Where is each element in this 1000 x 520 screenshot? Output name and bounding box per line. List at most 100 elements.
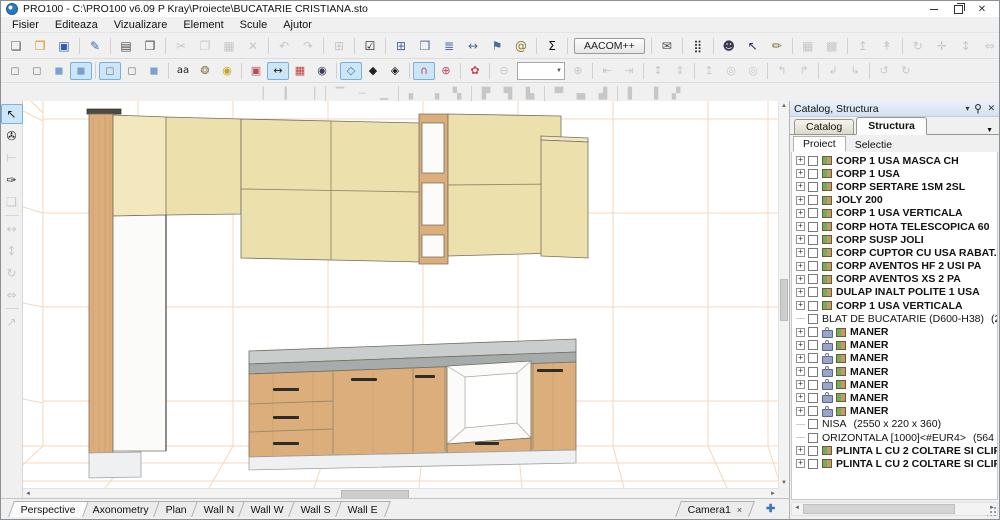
dither-icon[interactable]: ⣿ bbox=[686, 36, 710, 56]
autocenter-icon[interactable]: ⊕ bbox=[435, 62, 457, 80]
resize-grip[interactable] bbox=[987, 507, 996, 516]
open-icon[interactable]: ❐ bbox=[28, 36, 52, 56]
menu-fisier[interactable]: Fisier bbox=[4, 19, 47, 31]
tree-item[interactable]: +MANER bbox=[792, 339, 997, 352]
cursor-icon[interactable]: ↖ bbox=[741, 36, 765, 56]
aacom-button[interactable]: AACOM++ bbox=[574, 38, 645, 54]
item-checkbox[interactable] bbox=[808, 274, 818, 284]
item-checkbox[interactable] bbox=[808, 327, 818, 337]
expand-icon[interactable]: + bbox=[796, 209, 805, 218]
expand-icon[interactable]: + bbox=[796, 235, 805, 244]
open-shelf-unit[interactable] bbox=[419, 114, 448, 264]
project-properties-icon[interactable]: ✎ bbox=[83, 36, 107, 56]
picker-tool-icon[interactable]: ✑ bbox=[1, 170, 23, 190]
tree-item[interactable]: +CORP 1 USA VERTICALA bbox=[792, 207, 997, 220]
label-tag-icon[interactable]: ⚑ bbox=[485, 36, 509, 56]
item-checkbox[interactable] bbox=[808, 393, 818, 403]
tree-item[interactable]: +CORP 1 USA MASCA CH bbox=[792, 154, 997, 167]
item-checkbox[interactable] bbox=[808, 301, 818, 311]
item-checkbox[interactable] bbox=[808, 433, 818, 443]
panel-menu-button[interactable]: ▾ bbox=[965, 105, 969, 113]
collision-icon[interactable]: ✿ bbox=[464, 62, 486, 80]
item-checkbox[interactable] bbox=[808, 156, 818, 166]
expand-icon[interactable]: + bbox=[796, 156, 805, 165]
base-cabinet-run[interactable] bbox=[249, 339, 576, 470]
view-shaded-icon[interactable]: ◼ bbox=[48, 62, 70, 80]
tree-item[interactable]: +MANER bbox=[792, 391, 997, 404]
vscroll-thumb[interactable] bbox=[780, 279, 788, 321]
expand-icon[interactable]: + bbox=[796, 182, 805, 191]
subtab-selectie[interactable]: Selectie bbox=[846, 138, 901, 152]
view-textured-icon[interactable]: ◼ bbox=[70, 62, 92, 80]
preview-page-icon[interactable]: ❒ bbox=[413, 36, 437, 56]
expand-icon[interactable]: + bbox=[796, 354, 805, 363]
tree-item[interactable]: +MANER bbox=[792, 365, 997, 378]
menu-editeaza[interactable]: Editeaza bbox=[47, 19, 106, 31]
layers-icon[interactable]: ▣ bbox=[245, 62, 267, 80]
tree-item[interactable]: +PLINTA L CU 2 COLTARE SI CLIPS bbox=[792, 444, 997, 457]
panel-hscroll-thumb[interactable] bbox=[803, 504, 955, 514]
zoom-combo[interactable]: ▼ bbox=[517, 62, 565, 80]
price-icon[interactable]: @ bbox=[509, 36, 533, 56]
tree-item[interactable]: ORIZONTALA [1000]<#EUR4>(564 x 300 x 1 bbox=[792, 431, 997, 444]
camera-close-icon[interactable]: × bbox=[737, 505, 742, 515]
tree-item[interactable]: +MANER bbox=[792, 378, 997, 391]
restore-button[interactable] bbox=[946, 2, 970, 16]
view-tab-wall-e[interactable]: Wall E bbox=[335, 501, 391, 517]
mail-icon[interactable]: ✉ bbox=[655, 36, 679, 56]
view-hiddenline-icon[interactable]: ◻ bbox=[26, 62, 48, 80]
panel-hscrollbar[interactable]: ◄ ► bbox=[791, 502, 998, 516]
edges-off-icon[interactable]: ◻ bbox=[121, 62, 143, 80]
save-icon[interactable]: ▣ bbox=[52, 36, 76, 56]
scroll-right-arrow[interactable]: ► bbox=[768, 489, 778, 498]
expand-icon[interactable]: + bbox=[796, 196, 805, 205]
new-icon[interactable]: ❏ bbox=[4, 36, 28, 56]
item-checkbox[interactable] bbox=[808, 419, 818, 429]
view-tab-perspective[interactable]: Perspective bbox=[8, 501, 89, 517]
subtab-proiect[interactable]: Proiect bbox=[793, 136, 846, 152]
visibility-icon[interactable]: ◉ bbox=[311, 62, 333, 80]
material-icon[interactable]: ❂ bbox=[194, 62, 216, 80]
viewport-3d[interactable]: ▲ ▼ ◄ ► bbox=[23, 101, 789, 498]
scroll-left-arrow[interactable]: ◄ bbox=[23, 489, 33, 498]
magnet-icon[interactable]: ∩ bbox=[413, 62, 435, 80]
minimize-button[interactable] bbox=[922, 2, 946, 16]
expand-icon[interactable]: + bbox=[796, 459, 805, 468]
expand-icon[interactable]: + bbox=[796, 380, 805, 389]
expand-icon[interactable]: + bbox=[796, 328, 805, 337]
item-checkbox[interactable] bbox=[808, 195, 818, 205]
view-wireframe-icon[interactable]: ◻ bbox=[4, 62, 26, 80]
snap-cursor-icon[interactable]: ◈ bbox=[384, 62, 406, 80]
menu-scule[interactable]: Scule bbox=[232, 19, 276, 31]
light-icon[interactable]: ◉ bbox=[216, 62, 238, 80]
viewport-vscrollbar[interactable]: ▲ ▼ bbox=[778, 101, 789, 488]
menu-ajutor[interactable]: Ajutor bbox=[275, 19, 320, 31]
expand-icon[interactable]: + bbox=[796, 275, 805, 284]
item-checkbox[interactable] bbox=[808, 367, 818, 377]
hscroll-thumb[interactable] bbox=[341, 490, 409, 498]
view-tab-axonometry[interactable]: Axonometry bbox=[80, 501, 162, 517]
expand-icon[interactable]: + bbox=[796, 341, 805, 350]
dimensions-icon[interactable]: ↔ bbox=[267, 62, 289, 80]
item-checkbox[interactable] bbox=[808, 261, 818, 271]
expand-icon[interactable]: + bbox=[796, 367, 805, 376]
tree-item[interactable]: +CORP 1 USA VERTICALA bbox=[792, 299, 997, 312]
wall-cabinet-left[interactable] bbox=[241, 119, 421, 262]
item-checkbox[interactable] bbox=[808, 287, 818, 297]
fridge-niche[interactable] bbox=[113, 215, 166, 451]
tree-item[interactable]: +PLINTA L CU 2 COLTARE SI CLIPS bbox=[792, 457, 997, 470]
tree-item[interactable]: +DULAP INALT POLITE 1 USA bbox=[792, 286, 997, 299]
tree-item[interactable]: +CORP CUPTOR CU USA RABAT. bbox=[792, 246, 997, 259]
snap-grid-icon[interactable]: ◇ bbox=[340, 62, 362, 80]
draw-icon[interactable]: ✏ bbox=[765, 36, 789, 56]
scroll-down-arrow[interactable]: ▼ bbox=[779, 478, 789, 488]
item-checkbox[interactable] bbox=[808, 406, 818, 416]
expand-icon[interactable]: + bbox=[796, 446, 805, 455]
print-preview-icon[interactable]: ❒ bbox=[138, 36, 162, 56]
item-checkbox[interactable] bbox=[808, 353, 818, 363]
edges-all-icon[interactable]: ◻ bbox=[99, 62, 121, 80]
tree-item[interactable]: +MANER bbox=[792, 325, 997, 338]
expand-icon[interactable]: + bbox=[796, 262, 805, 271]
tree-item[interactable]: +CORP AVENTOS HF 2 USI PA bbox=[792, 260, 997, 273]
structure-icon[interactable]: ≣ bbox=[437, 36, 461, 56]
